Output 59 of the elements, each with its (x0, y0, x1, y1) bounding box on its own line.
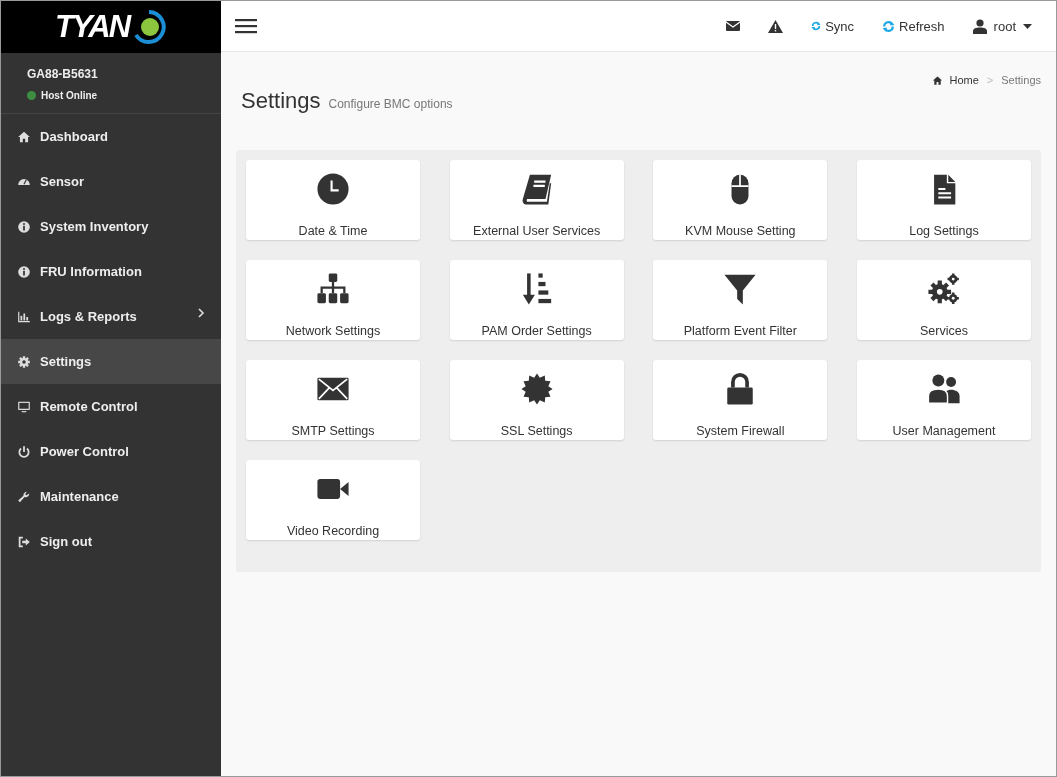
logo: TYAN (1, 1, 221, 53)
settings-tile[interactable]: SMTP Settings (246, 360, 420, 440)
network-icon (316, 272, 350, 306)
settings-tile[interactable]: Log Settings (856, 160, 1031, 240)
refresh-button[interactable]: Refresh (882, 18, 945, 34)
info-icon (17, 219, 31, 234)
envelope-icon (726, 20, 741, 32)
sign-out-icon (17, 534, 31, 549)
refresh-icon (811, 21, 822, 31)
gear-icon (17, 354, 31, 369)
power-icon (17, 444, 31, 459)
settings-tile[interactable]: Video Recording (246, 460, 420, 540)
sidebar-item[interactable]: Power Control (1, 429, 221, 474)
settings-tile[interactable]: SSL Settings (449, 360, 624, 440)
settings-tile[interactable]: Network Settings (246, 260, 420, 340)
settings-tile[interactable]: System Firewall (653, 360, 828, 440)
info-icon (17, 264, 31, 279)
settings-tile[interactable]: Date & Time (246, 160, 420, 240)
monitor-icon (17, 399, 31, 414)
user-icon (972, 18, 987, 34)
sidebar-item[interactable]: Sign out (1, 519, 221, 564)
home-icon (932, 74, 944, 86)
sync-button[interactable]: Sync (811, 18, 855, 34)
menu-icon (235, 18, 257, 34)
settings-tile[interactable]: User Management (856, 360, 1031, 440)
wrench-icon (17, 489, 31, 504)
refresh-icon (882, 19, 896, 33)
settings-tile[interactable]: Services (856, 260, 1031, 340)
sidebar-item[interactable]: Remote Control (1, 384, 221, 429)
alerts-button[interactable] (768, 19, 784, 33)
home-icon (17, 129, 31, 144)
settings-tile[interactable]: KVM Mouse Setting (653, 160, 828, 240)
page-title: Settings (241, 88, 321, 114)
users-icon (926, 372, 961, 406)
sidebar-item[interactable]: Logs & Reports (1, 294, 221, 339)
warning-icon (768, 19, 784, 33)
sidebar-item[interactable]: System Inventory (1, 204, 221, 249)
settings-tile[interactable]: Platform Event Filter (653, 260, 828, 340)
page-subtitle: Configure BMC options (328, 97, 453, 111)
filter-icon (723, 272, 758, 306)
messages-button[interactable] (726, 20, 741, 32)
breadcrumb-separator: > (986, 74, 994, 86)
bar-chart-icon (17, 309, 31, 324)
badge-icon (519, 372, 554, 406)
sidebar-item[interactable]: Settings (1, 339, 221, 384)
gears-icon (926, 272, 961, 306)
settings-tile[interactable]: PAM Order Settings (449, 260, 624, 340)
user-menu-button[interactable]: root (972, 18, 1032, 34)
clock-icon (316, 172, 350, 206)
settings-tile[interactable]: External User Services (449, 160, 624, 240)
sidebar-item[interactable]: Sensor (1, 159, 221, 204)
sidebar-item[interactable]: FRU Information (1, 249, 221, 294)
sidebar-item[interactable]: Dashboard (1, 114, 221, 159)
caret-icon (1023, 23, 1032, 29)
host-name: GA88-B5631 (27, 67, 99, 81)
breadcrumb-current: Settings (1001, 74, 1041, 86)
host-status: Host Online (41, 90, 98, 101)
breadcrumb-link[interactable]: Home (949, 74, 979, 86)
sidebar-item[interactable]: Maintenance (1, 474, 221, 519)
